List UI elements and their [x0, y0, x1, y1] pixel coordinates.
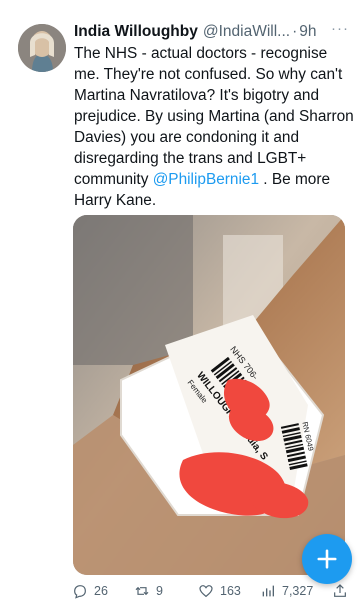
views-count: 7,327: [282, 583, 314, 598]
views-button[interactable]: 7,327: [260, 583, 332, 599]
avatar[interactable]: [18, 24, 66, 72]
heart-icon: [199, 584, 213, 597]
timestamp[interactable]: 9h: [299, 23, 316, 41]
like-count: 163: [220, 583, 241, 598]
author-handle[interactable]: @IndiaWill...: [203, 23, 290, 41]
compose-tweet-button[interactable]: [302, 534, 352, 584]
tweet-actions: 26 9 163 7,327: [72, 581, 363, 600]
reply-count: 26: [94, 583, 108, 598]
views-icon: [262, 585, 274, 596]
tweet-text-body: The NHS - actual doctors - recognise me.…: [74, 45, 354, 188]
separator: ·: [292, 23, 298, 40]
plus-icon: [317, 549, 337, 569]
retweet-icon: [135, 586, 149, 595]
like-button[interactable]: 163: [198, 583, 260, 599]
retweet-button[interactable]: 9: [134, 583, 198, 599]
tweet[interactable]: India Willoughby @IndiaWill... · 9h ··· …: [0, 0, 363, 600]
more-options-icon[interactable]: ···: [329, 21, 351, 40]
retweet-count: 9: [156, 583, 163, 598]
reply-icon: [74, 584, 86, 599]
tweet-image[interactable]: NHS 706- WILLOUGHBY, India, S Female RN …: [73, 215, 345, 575]
tweet-header: India Willoughby @IndiaWill... · 9h: [74, 21, 354, 43]
reply-button[interactable]: 26: [72, 583, 134, 599]
share-icon: [334, 583, 346, 597]
mention-link[interactable]: @PhilipBernie1: [153, 171, 259, 188]
tweet-text: The NHS - actual doctors - recognise me.…: [74, 43, 357, 211]
share-button[interactable]: [332, 583, 350, 599]
author-name[interactable]: India Willoughby: [74, 23, 198, 41]
